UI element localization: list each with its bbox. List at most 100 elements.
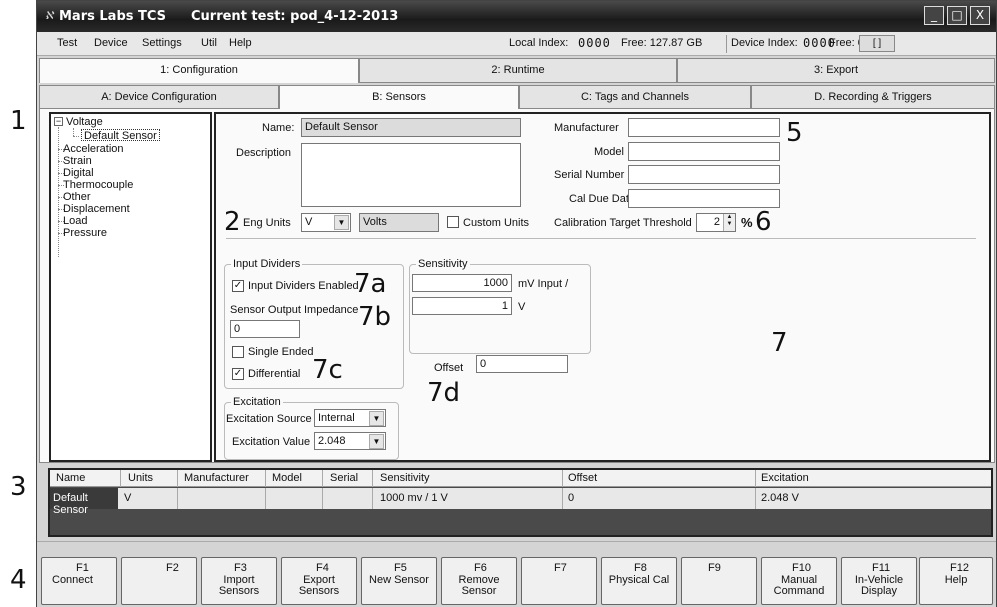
- local-index-value: 0000: [578, 36, 611, 50]
- cal-due-date-label: Cal Due Date: [569, 193, 636, 205]
- offset-field[interactable]: 0: [476, 355, 568, 373]
- callout-1: 1: [10, 106, 27, 136]
- f11-in-vehicle-display-button[interactable]: F11 In-Vehicle Display: [841, 557, 917, 605]
- input-dividers-enabled-label: Input Dividers Enabled: [248, 280, 359, 292]
- cal-due-date-field[interactable]: [628, 189, 780, 208]
- serial-number-field[interactable]: [628, 165, 780, 184]
- current-test-title: Current test: pod_4-12-2013: [191, 9, 399, 24]
- sensitivity-input-field[interactable]: 1000: [412, 274, 512, 292]
- column-excitation[interactable]: Excitation: [761, 472, 809, 484]
- cell-units: V: [124, 492, 132, 504]
- sensor-tree: − Voltage Default Sensor Acceleration St…: [49, 112, 212, 462]
- annotation-7: 7: [771, 328, 788, 358]
- excitation-source-select[interactable]: Internal ▼: [314, 409, 386, 427]
- local-free-space: Free: 127.87 GB: [621, 37, 703, 49]
- menu-help[interactable]: Help: [229, 37, 252, 49]
- f9-button[interactable]: F9: [681, 557, 757, 605]
- tree-item-load[interactable]: Load: [63, 215, 87, 227]
- annotation-7a: 7a: [354, 269, 387, 299]
- f6-remove-sensor-button[interactable]: F6 Remove Sensor: [441, 557, 517, 605]
- tree-item-acceleration[interactable]: Acceleration: [63, 143, 124, 155]
- menu-device[interactable]: Device: [94, 37, 128, 49]
- single-ended-checkbox[interactable]: [232, 346, 244, 358]
- tree-item-voltage[interactable]: Voltage: [66, 116, 103, 128]
- f7-button[interactable]: F7: [521, 557, 597, 605]
- tab-tags-and-channels[interactable]: C: Tags and Channels: [519, 85, 751, 109]
- tree-item-digital[interactable]: Digital: [63, 167, 94, 179]
- maximize-button[interactable]: □: [947, 6, 967, 25]
- tree-item-displacement[interactable]: Displacement: [63, 203, 130, 215]
- minimize-button[interactable]: _: [924, 6, 944, 25]
- f4-export-sensors-button[interactable]: F4 Export Sensors: [281, 557, 357, 605]
- description-label: Description: [236, 147, 292, 159]
- custom-units-checkbox[interactable]: [447, 216, 459, 228]
- impedance-field[interactable]: 0: [230, 320, 300, 338]
- tab-export[interactable]: 3: Export: [677, 58, 995, 83]
- cal-threshold-field[interactable]: 2 ▲ ▼: [696, 213, 736, 232]
- table-row[interactable]: Default Sensor V 1000 mv / 1 V 0 2.048 V: [50, 488, 991, 516]
- model-field[interactable]: [628, 142, 780, 161]
- divider: [226, 238, 976, 239]
- tab-device-configuration[interactable]: A: Device Configuration: [39, 85, 279, 109]
- eng-units-select[interactable]: V ▼: [301, 213, 351, 232]
- main-tabs: 1: Configuration 2: Runtime 3: Export: [39, 58, 995, 83]
- input-dividers-enabled-checkbox[interactable]: ✓: [232, 280, 244, 292]
- f10-manual-command-button[interactable]: F10 Manual Command: [761, 557, 837, 605]
- f5-new-sensor-button[interactable]: F5 New Sensor: [361, 557, 437, 605]
- tab-configuration[interactable]: 1: Configuration: [39, 58, 359, 83]
- manufacturer-field[interactable]: [628, 118, 780, 137]
- tree-item-default-sensor[interactable]: Default Sensor: [81, 129, 160, 142]
- offset-label: Offset: [434, 362, 464, 374]
- name-field[interactable]: Default Sensor: [301, 118, 521, 137]
- name-label: Name:: [262, 122, 295, 134]
- cell-sensitivity: 1000 mv / 1 V: [380, 492, 448, 504]
- annotation-7b: 7b: [358, 302, 392, 332]
- close-button[interactable]: X: [970, 6, 990, 25]
- sensitivity-output-field[interactable]: 1: [412, 297, 512, 315]
- manufacturer-label: Manufacturer: [554, 122, 619, 134]
- collapse-icon[interactable]: −: [54, 117, 63, 126]
- custom-units-label: Custom Units: [463, 217, 530, 229]
- tab-runtime[interactable]: 2: Runtime: [359, 58, 677, 83]
- differential-checkbox[interactable]: ✓: [232, 368, 244, 380]
- menu-test[interactable]: Test: [57, 37, 77, 49]
- column-units[interactable]: Units: [128, 472, 153, 484]
- column-model[interactable]: Model: [272, 472, 302, 484]
- spinner-arrows-icon[interactable]: ▲ ▼: [723, 214, 735, 231]
- tree-item-strain[interactable]: Strain: [63, 155, 92, 167]
- input-dividers-title: Input Dividers: [231, 258, 303, 270]
- chevron-down-icon: ▼: [369, 411, 384, 426]
- column-sensitivity[interactable]: Sensitivity: [380, 472, 430, 484]
- sub-tabs: A: Device Configuration B: Sensors C: Ta…: [39, 85, 995, 109]
- f8-physical-cal-button[interactable]: F8 Physical Cal: [601, 557, 677, 605]
- tree-item-pressure[interactable]: Pressure: [63, 227, 107, 239]
- menu-util[interactable]: Util: [201, 37, 217, 49]
- sensitivity-output-unit: V: [518, 301, 526, 313]
- f2-button[interactable]: F2: [121, 557, 197, 605]
- excitation-value-select[interactable]: 2.048 ▼: [314, 432, 386, 450]
- f1-connect-button[interactable]: F1 Connect: [41, 557, 117, 605]
- column-manufacturer[interactable]: Manufacturer: [184, 472, 249, 484]
- table-header: Name Units Manufacturer Model Serial Sen…: [50, 470, 991, 487]
- serial-number-label: Serial Number: [554, 169, 625, 181]
- sensor-output-impedance-label: Sensor Output Impedance: [230, 304, 359, 316]
- sensors-panel: − Voltage Default Sensor Acceleration St…: [39, 109, 995, 463]
- tab-recording-triggers[interactable]: D. Recording & Triggers: [751, 85, 995, 109]
- annotation-7d: 7d: [427, 378, 461, 408]
- device-index-label: Device Index:: [731, 37, 798, 49]
- tree-item-thermocouple[interactable]: Thermocouple: [63, 179, 133, 191]
- f12-help-button[interactable]: F12 Help: [919, 557, 993, 605]
- cell-name[interactable]: Default Sensor: [50, 488, 118, 516]
- description-field[interactable]: [301, 143, 521, 207]
- callout-3: 3: [10, 472, 27, 502]
- column-serial[interactable]: Serial: [330, 472, 358, 484]
- f3-import-sensors-button[interactable]: F3 Import Sensors: [201, 557, 277, 605]
- cell-offset: 0: [568, 492, 575, 504]
- sensitivity-input-unit: mV Input /: [518, 278, 569, 290]
- menu-settings[interactable]: Settings: [142, 37, 182, 49]
- tab-sensors[interactable]: B: Sensors: [279, 85, 519, 109]
- column-name[interactable]: Name: [56, 472, 85, 484]
- tree-item-other[interactable]: Other: [63, 191, 91, 203]
- column-offset[interactable]: Offset: [568, 472, 597, 484]
- annotation-2: 2: [224, 207, 241, 237]
